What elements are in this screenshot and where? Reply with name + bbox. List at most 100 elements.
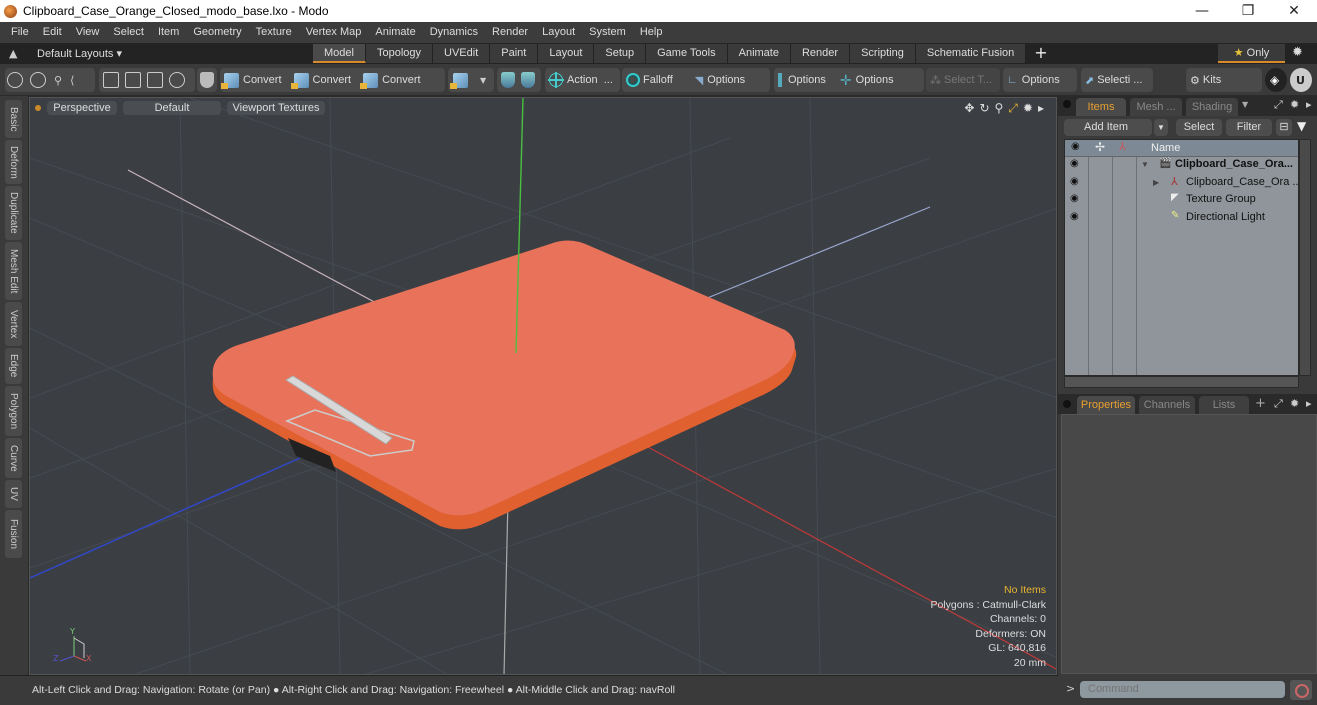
- chevron-down-icon[interactable]: ▼: [480, 76, 486, 85]
- zoom-icon[interactable]: ⚲: [995, 101, 1004, 116]
- item-row[interactable]: ◉ ✎ Directional Light: [1065, 210, 1298, 228]
- symmetry-shield-icon[interactable]: [501, 72, 515, 88]
- select-globe-icon[interactable]: [30, 72, 46, 88]
- visibility-eye-icon[interactable]: ◉: [1070, 211, 1079, 222]
- select-through-button[interactable]: ⁂ Select T...: [926, 68, 996, 92]
- pan-move-icon[interactable]: ✥: [964, 101, 974, 116]
- maximize-arrows-icon[interactable]: ⤢: [1008, 101, 1018, 116]
- tab-layout[interactable]: Layout: [538, 44, 595, 63]
- menu-layout[interactable]: Layout: [535, 22, 582, 43]
- command-input[interactable]: [1080, 681, 1285, 698]
- filter-button[interactable]: Filter: [1226, 119, 1272, 136]
- pivot-mode-icon[interactable]: [169, 72, 185, 88]
- kits-button[interactable]: ⚙ Kits: [1186, 68, 1225, 92]
- panel-gear-icon[interactable]: ✹: [1290, 98, 1299, 111]
- scene-canvas[interactable]: Y Z X: [30, 98, 1057, 675]
- panel-gear-icon[interactable]: ✹: [1290, 397, 1299, 410]
- menu-view[interactable]: View: [69, 22, 107, 43]
- layout-toggle-icon[interactable]: ▲: [9, 47, 23, 60]
- menu-dynamics[interactable]: Dynamics: [423, 22, 485, 43]
- tab-polygon[interactable]: Polygon: [5, 386, 22, 436]
- 3d-viewport[interactable]: Y Z X Perspective Default Viewport Textu…: [29, 97, 1057, 675]
- select-edges-icon[interactable]: ⟨: [70, 74, 74, 87]
- tab-game-tools[interactable]: Game Tools: [646, 44, 728, 63]
- polygons-mode-icon[interactable]: [125, 72, 141, 88]
- expand-arrow-icon[interactable]: ▼: [1141, 160, 1149, 169]
- snap-shield-icon[interactable]: [521, 72, 535, 88]
- restore-button[interactable]: ❐: [1225, 0, 1271, 22]
- record-macro-button[interactable]: [1290, 680, 1312, 700]
- falloff-options-button[interactable]: ◥ Options: [691, 68, 749, 92]
- name-column-header[interactable]: Name: [1151, 142, 1180, 154]
- convert-button-2[interactable]: Convert: [290, 68, 356, 92]
- tab-paint[interactable]: Paint: [490, 44, 539, 63]
- tab-shading[interactable]: Shading: [1186, 98, 1238, 116]
- tab-uvedit[interactable]: UVEdit: [433, 44, 491, 63]
- panel-maximize-icon[interactable]: ⤢: [1274, 397, 1283, 411]
- tabs-dropdown-icon[interactable]: ▼: [1242, 100, 1248, 109]
- add-tab-button[interactable]: +: [1026, 43, 1055, 64]
- mesh-cube-icon[interactable]: [450, 72, 468, 89]
- menu-edit[interactable]: Edit: [36, 22, 69, 43]
- snap-options-button[interactable]: Options: [774, 68, 830, 92]
- item-row[interactable]: ◉ ▼ 🎬 Clipboard_Case_Ora...: [1065, 157, 1298, 175]
- tab-edge[interactable]: Edge: [5, 348, 22, 384]
- tab-duplicate[interactable]: Duplicate: [5, 186, 22, 240]
- close-button[interactable]: ✕: [1271, 0, 1317, 22]
- panel-menu-icon[interactable]: [1063, 100, 1071, 108]
- visibility-eye-icon[interactable]: ◉: [1070, 176, 1079, 187]
- tab-deform[interactable]: Deform: [5, 140, 22, 184]
- unreal-button[interactable]: U: [1290, 68, 1312, 92]
- shield-icon[interactable]: [200, 72, 214, 88]
- expand-arrow-icon[interactable]: ▶: [1153, 178, 1159, 187]
- visibility-eye-icon[interactable]: ◉: [1070, 158, 1079, 169]
- menu-vertex-map[interactable]: Vertex Map: [299, 22, 369, 43]
- menu-select[interactable]: Select: [106, 22, 151, 43]
- add-tab-button[interactable]: +: [1255, 396, 1266, 411]
- shading-mode-dropdown[interactable]: Default: [123, 101, 221, 115]
- selection-sets-button[interactable]: ⬈ Selecti ...: [1081, 68, 1146, 92]
- tab-mesh-edit[interactable]: Mesh Edit: [5, 242, 22, 300]
- layout-settings-gear-icon[interactable]: ✹: [1292, 45, 1303, 60]
- only-toggle[interactable]: ★ Only: [1218, 44, 1285, 63]
- tab-curve[interactable]: Curve: [5, 438, 22, 478]
- list-options-icon[interactable]: ⊟: [1276, 119, 1292, 136]
- tab-fusion[interactable]: Fusion: [5, 510, 22, 558]
- workplane-options-button[interactable]: ✛ Options: [836, 68, 898, 92]
- item-list-vertical-scrollbar[interactable]: [1299, 139, 1311, 376]
- menu-help[interactable]: Help: [633, 22, 670, 43]
- tab-topology[interactable]: Topology: [365, 44, 434, 63]
- convert-button-3[interactable]: Convert: [359, 68, 425, 92]
- select-falloff-icon[interactable]: ⚲: [54, 74, 62, 87]
- viewport-options-icon[interactable]: [35, 105, 41, 111]
- menu-texture[interactable]: Texture: [249, 22, 299, 43]
- menu-animate[interactable]: Animate: [368, 22, 422, 43]
- view-mode-dropdown[interactable]: Perspective: [47, 101, 117, 115]
- panel-menu-icon[interactable]: [1063, 400, 1071, 408]
- menu-geometry[interactable]: Geometry: [186, 22, 248, 43]
- unity-button[interactable]: ◈: [1265, 68, 1287, 92]
- tab-properties[interactable]: Properties: [1077, 396, 1135, 414]
- expand-arrow-icon[interactable]: ▸: [1038, 101, 1044, 116]
- default-layouts-dropdown[interactable]: Default Layouts ▾: [37, 47, 122, 60]
- minimize-button[interactable]: —: [1179, 0, 1225, 22]
- add-item-dropdown-icon[interactable]: ▼: [1154, 119, 1168, 136]
- action-center-button[interactable]: Action ...: [545, 68, 617, 92]
- add-item-button[interactable]: Add Item: [1064, 119, 1152, 136]
- convert-button-1[interactable]: Convert: [220, 68, 286, 92]
- viewport-textures-dropdown[interactable]: Viewport Textures: [227, 101, 325, 115]
- tab-basic[interactable]: Basic: [5, 100, 22, 138]
- menu-file[interactable]: File: [4, 22, 36, 43]
- tab-schematic-fusion[interactable]: Schematic Fusion: [915, 44, 1027, 63]
- tab-vertex[interactable]: Vertex: [5, 302, 22, 346]
- tab-items[interactable]: Items: [1076, 98, 1126, 116]
- rotate-icon[interactable]: ↻: [979, 101, 989, 116]
- tab-setup[interactable]: Setup: [594, 44, 647, 63]
- item-row[interactable]: ◉ ▶ ⅄ Clipboard_Case_Ora ...: [1065, 175, 1302, 193]
- tab-render[interactable]: Render: [790, 44, 851, 63]
- filter-funnel-icon[interactable]: ▼: [1297, 119, 1306, 133]
- panel-maximize-icon[interactable]: ⤢: [1274, 98, 1283, 112]
- falloff-button[interactable]: Falloff: [622, 68, 677, 92]
- pivot-options-button[interactable]: ∟ Options: [1003, 68, 1064, 92]
- visibility-eye-icon[interactable]: ◉: [1070, 193, 1079, 204]
